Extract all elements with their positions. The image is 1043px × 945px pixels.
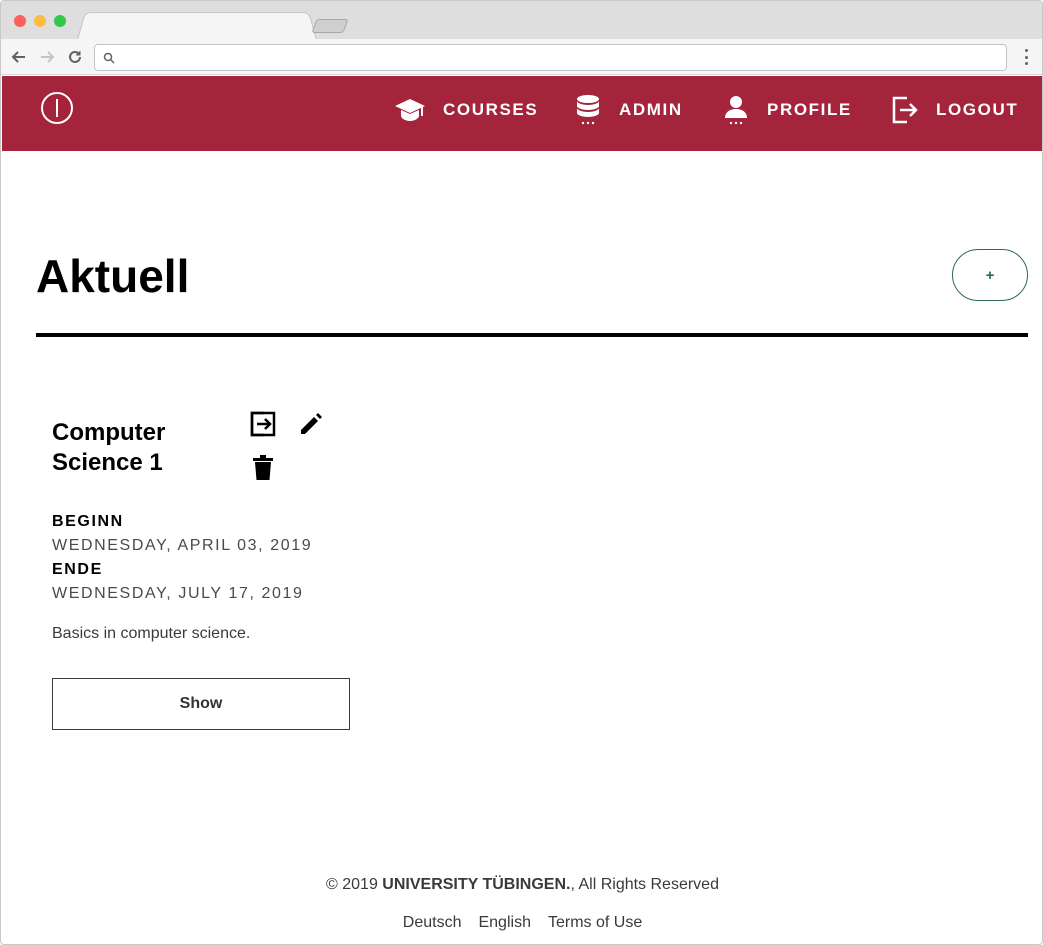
add-course-button[interactable]: + [952,249,1028,301]
app-header: COURSES ADMIN PROFILE LOGOUT [2,76,1042,151]
footer-link-english[interactable]: English [478,914,530,932]
show-course-button[interactable]: Show [52,678,350,730]
footer-link-deutsch[interactable]: Deutsch [403,914,462,932]
new-tab-button[interactable] [311,19,349,33]
copyright-prefix: © 2019 [326,876,383,893]
address-bar[interactable] [94,44,1007,71]
tab-strip [1,1,1042,40]
course-title: Computer Science 1 [52,419,166,476]
page-title: Aktuell [36,250,190,302]
nav-admin[interactable]: ADMIN [574,95,683,125]
footer-link-terms[interactable]: Terms of Use [548,914,642,932]
footer-copyright: © 2019 UNIVERSITY TÜBINGEN., All Rights … [1,876,1042,894]
minimize-window-button[interactable] [34,15,46,27]
maximize-window-button[interactable] [54,15,66,27]
end-label: ENDE [52,561,103,578]
footer-links: Deutsch English Terms of Use [1,914,1042,932]
nav-courses[interactable]: COURSES [394,95,538,125]
user-icon [725,96,747,125]
browser-tab[interactable] [77,12,317,40]
forward-icon[interactable] [37,47,57,67]
course-description: Basics in computer science. [52,625,251,642]
nav-profile-label: PROFILE [767,100,852,119]
browser-window: COURSES ADMIN PROFILE LOGOUT Aktuell + C… [0,0,1043,945]
search-icon [103,52,115,64]
nav-logout-label: LOGOUT [936,100,1019,119]
end-date: WEDNESDAY, JULY 17, 2019 [52,585,304,602]
browser-toolbar [1,39,1042,75]
nav-courses-label: COURSES [443,100,539,119]
nav-logout[interactable]: LOGOUT [891,95,1018,125]
copyright-suffix: , All Rights Reserved [570,876,719,893]
edit-icon[interactable] [297,410,325,438]
graduation-cap-icon [395,99,425,121]
database-icon [577,95,599,125]
back-icon[interactable] [9,47,29,67]
logo-icon[interactable] [41,92,73,124]
browser-menu-icon[interactable] [1024,49,1028,65]
title-divider [36,333,1028,337]
nav-admin-label: ADMIN [619,100,683,119]
close-window-button[interactable] [14,15,26,27]
logout-icon [892,96,918,124]
enter-course-icon[interactable] [249,410,277,438]
nav-profile[interactable]: PROFILE [722,95,852,125]
begin-label: BEGINN [52,513,124,530]
copyright-org: UNIVERSITY TÜBINGEN. [382,876,571,893]
reload-icon[interactable] [65,47,85,67]
begin-date: WEDNESDAY, APRIL 03, 2019 [52,537,313,554]
delete-icon[interactable] [249,454,277,482]
